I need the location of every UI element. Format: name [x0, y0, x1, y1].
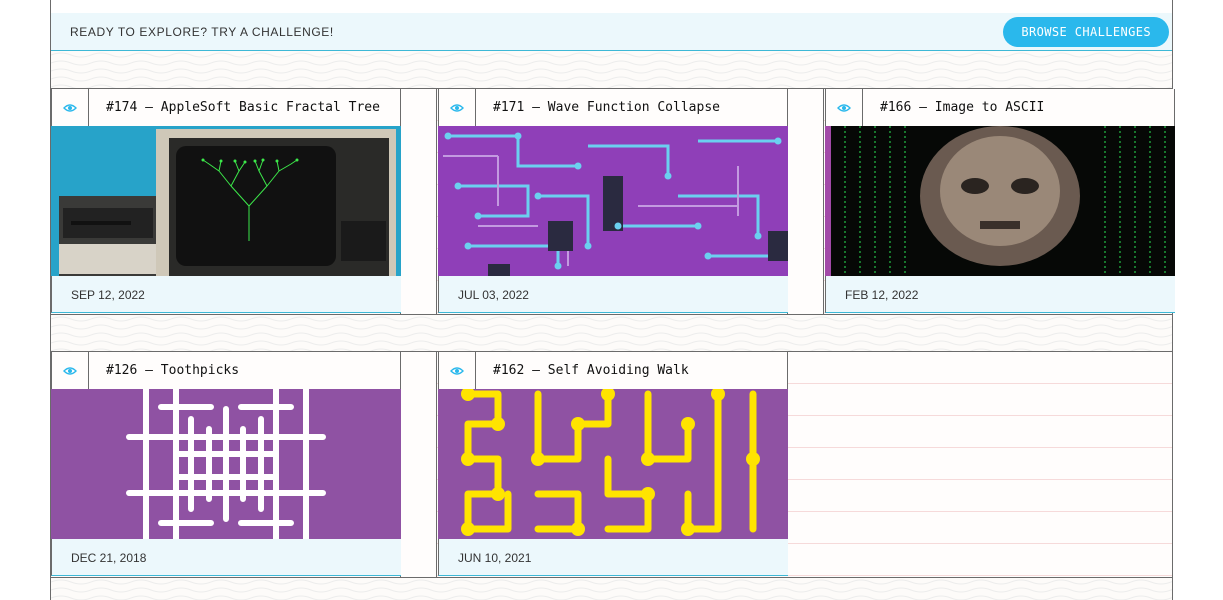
card-title[interactable]: #171 — Wave Function Collapse [493, 100, 773, 115]
challenge-banner: Ready to explore? Try a challenge! BROWS… [51, 13, 1172, 51]
card-footer: FEB 12, 2022 [825, 276, 1175, 313]
column-gap [787, 89, 824, 315]
card-date: JUN 10, 2021 [458, 551, 532, 565]
challenge-card[interactable]: #166 — Image to ASCII FEB 12, 2022 [825, 89, 1175, 315]
challenge-row: #174 — AppleSoft Basic Fractal Tree SEP … [51, 88, 1175, 315]
card-date: FEB 12, 2022 [845, 288, 919, 302]
page-frame: Ready to explore? Try a challenge! BROWS… [50, 0, 1175, 600]
eye-icon [826, 89, 863, 126]
wave-separator [51, 577, 1172, 600]
card-title[interactable]: #126 — Toothpicks [106, 363, 386, 378]
column-gap [400, 352, 437, 578]
card-header: #126 — Toothpicks [51, 352, 401, 389]
challenge-card[interactable]: #174 — AppleSoft Basic Fractal Tree SEP … [51, 89, 401, 315]
eye-icon [439, 352, 476, 389]
challenge-row: #126 — Toothpicks DEC 21, 2018 #162 — Se… [51, 351, 1172, 578]
card-date: JUL 03, 2022 [458, 288, 529, 302]
apple-ii-fractal-image[interactable] [51, 126, 401, 276]
card-title[interactable]: #162 — Self Avoiding Walk [493, 363, 773, 378]
banner-text: Ready to explore? Try a challenge! [70, 25, 334, 39]
circuit-board-image[interactable] [438, 126, 788, 276]
card-date: SEP 12, 2022 [71, 288, 145, 302]
eye-icon [52, 352, 89, 389]
eye-icon [439, 89, 476, 126]
self-avoiding-walk-image[interactable] [438, 389, 788, 539]
top-divider [51, 0, 1172, 14]
challenge-card[interactable]: #126 — Toothpicks DEC 21, 2018 [51, 352, 401, 578]
card-title[interactable]: #174 — AppleSoft Basic Fractal Tree [106, 100, 386, 115]
challenge-card[interactable]: #171 — Wave Function Collapse JUL 03, 20… [438, 89, 788, 315]
browse-challenges-button[interactable]: BROWSE CHALLENGES [1003, 17, 1169, 47]
toothpicks-image[interactable] [51, 389, 401, 539]
column-gap [400, 89, 437, 315]
card-date: DEC 21, 2018 [71, 551, 147, 565]
card-title[interactable]: #166 — Image to ASCII [880, 100, 1160, 115]
card-footer: JUL 03, 2022 [438, 276, 788, 313]
ascii-portrait-image[interactable] [825, 126, 1175, 276]
challenge-card[interactable]: #162 — Self Avoiding Walk JUN 10, 2021 [438, 352, 788, 578]
card-footer: JUN 10, 2021 [438, 539, 788, 576]
eye-icon [52, 89, 89, 126]
wave-separator [51, 314, 1172, 351]
card-header: #171 — Wave Function Collapse [438, 89, 788, 126]
card-footer: SEP 12, 2022 [51, 276, 401, 313]
card-header: #166 — Image to ASCII [825, 89, 1175, 126]
card-header: #174 — AppleSoft Basic Fractal Tree [51, 89, 401, 126]
card-footer: DEC 21, 2018 [51, 539, 401, 576]
wave-separator [51, 51, 1172, 88]
card-header: #162 — Self Avoiding Walk [438, 352, 788, 389]
